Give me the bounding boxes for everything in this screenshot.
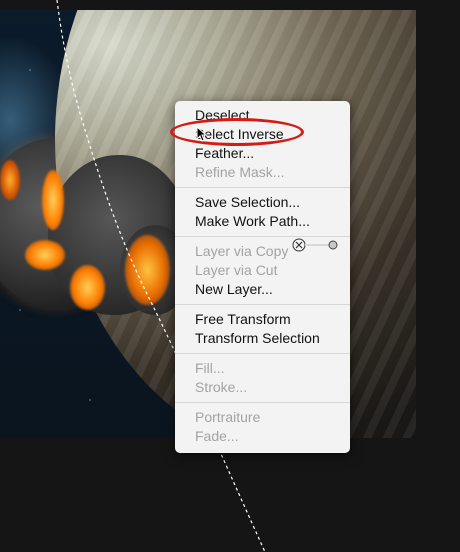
menu-separator xyxy=(175,187,350,188)
copy-cursor-icon xyxy=(292,238,338,252)
menu-item-save-selection[interactable]: Save Selection... xyxy=(175,193,350,212)
lava-crack xyxy=(42,170,64,230)
highlight-ring xyxy=(170,118,304,146)
lava-crack xyxy=(0,160,20,200)
lava-crack xyxy=(125,235,170,305)
menu-item-transform-selection[interactable]: Transform Selection xyxy=(175,329,350,348)
menu-separator xyxy=(175,402,350,403)
menu-separator xyxy=(175,353,350,354)
arrow-cursor-icon xyxy=(196,126,208,142)
menu-item-stroke: Stroke... xyxy=(195,379,248,395)
menu-separator xyxy=(175,304,350,305)
lava-crack xyxy=(70,265,105,310)
menu-item-make-work-path[interactable]: Make Work Path... xyxy=(175,212,350,231)
menu-item-fill: Fill... xyxy=(195,360,225,376)
menu-item-refine-mask: Refine Mask... xyxy=(195,164,285,180)
menu-item-new-layer[interactable]: New Layer... xyxy=(175,280,350,299)
menu-item-portraiture: Portraiture xyxy=(195,409,261,425)
menu-item-fade: Fade... xyxy=(195,428,239,444)
lava-crack xyxy=(25,240,65,270)
context-menu: Deselect Select Inverse Feather... Refine M… xyxy=(175,101,350,453)
menu-item-layer-via-cut: Layer via Cut xyxy=(195,262,278,278)
menu-item-feather[interactable]: Feather... xyxy=(175,144,350,163)
menu-item-free-transform[interactable]: Free Transform xyxy=(175,310,350,329)
